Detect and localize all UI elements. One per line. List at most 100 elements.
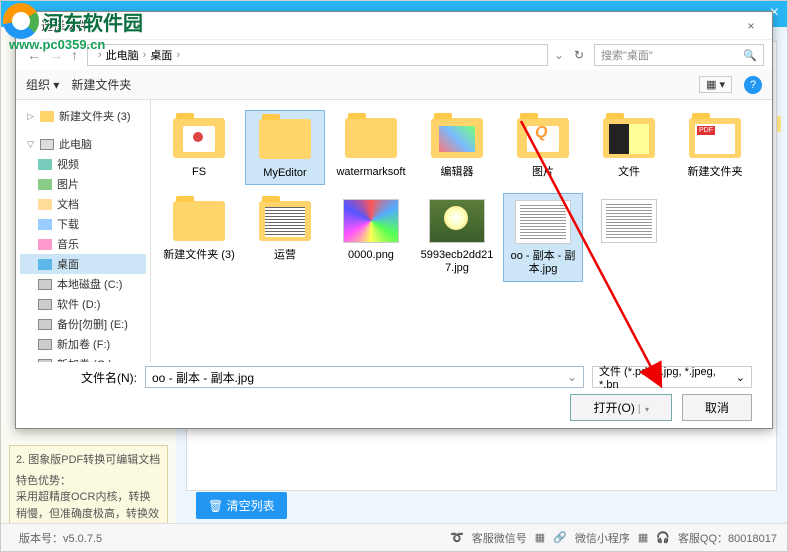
folder-icon — [689, 118, 741, 158]
folder-item[interactable]: 新建文件夹 (3) — [159, 193, 239, 281]
tree-item[interactable]: 视频 — [20, 154, 146, 174]
breadcrumb-segment[interactable]: 此电脑 — [106, 47, 139, 63]
footer-miniprogram[interactable]: 微信小程序 — [575, 530, 630, 546]
tree-item-label: 此电脑 — [59, 136, 92, 152]
file-label: 编辑器 — [441, 166, 474, 179]
file-label: MyEditor — [263, 167, 306, 180]
dialog-toolbar: 组织 ▾ 新建文件夹 ▦ ▾ ? — [16, 70, 772, 100]
new-folder-button[interactable]: 新建文件夹 — [71, 76, 131, 93]
help-icon[interactable]: ? — [744, 76, 762, 94]
back-icon[interactable]: ← — [24, 47, 44, 63]
tree-item[interactable]: 图片 — [20, 174, 146, 194]
cancel-button[interactable]: 取消 — [682, 394, 752, 421]
file-item[interactable]: oo - 副本 - 副本.jpg — [503, 193, 583, 281]
tree-item[interactable]: ▽ 此电脑 — [20, 134, 146, 154]
app-icon — [22, 19, 36, 33]
link-icon[interactable]: 🔗 — [553, 531, 567, 544]
chevron-down-icon: ▾ — [719, 78, 725, 91]
file-item[interactable]: 5993ecb2dd217.jpg — [417, 193, 497, 281]
caret-icon[interactable]: ▽ — [26, 139, 35, 150]
footer-wechat[interactable]: 客服微信号 — [472, 530, 527, 546]
folder-item[interactable]: MyEditor — [245, 110, 325, 185]
tree-item-label: 视频 — [57, 156, 79, 172]
folder-item[interactable]: 编辑器 — [417, 110, 497, 185]
folder-icon: Q — [517, 118, 569, 158]
footer-qq[interactable]: 客服QQ：80018017 — [678, 530, 777, 546]
file-type-filter[interactable]: 文件 (*.pdf, *.jpg, *.jpeg, *.bn ⌄ — [592, 366, 752, 388]
tree-item[interactable]: 桌面 — [20, 254, 146, 274]
breadcrumb-segment[interactable]: 桌面 — [150, 47, 172, 63]
open-dropdown-icon[interactable]: ▏▾ — [639, 405, 649, 414]
filename-input[interactable]: oo - 副本 - 副本.jpg ⌄ — [145, 366, 584, 388]
forward-icon[interactable]: → — [46, 47, 66, 63]
file-label: FS — [192, 166, 206, 179]
dialog-title: 选择文件 — [41, 17, 736, 34]
tree-item[interactable]: 本地磁盘 (C:) — [20, 274, 146, 294]
file-label: 5993ecb2dd217.jpg — [419, 249, 495, 275]
filename-row: 文件名(N): oo - 副本 - 副本.jpg ⌄ 文件 (*.pdf, *.… — [16, 362, 772, 392]
file-grid[interactable]: FS MyEditor watermarksoft 编辑器 Q图片文件新建文件夹新建文件… — [151, 100, 772, 362]
folder-item[interactable]: 文件 — [589, 110, 669, 185]
tree-item-icon — [38, 279, 52, 290]
image-thumbnail — [601, 199, 657, 243]
folder-icon — [173, 201, 225, 241]
breadcrumb-sep-icon: › — [176, 49, 180, 61]
tree-item[interactable]: 备份[勿删] (E:) — [20, 314, 146, 334]
tree-item-icon — [38, 239, 52, 250]
tree-item-label: 本地磁盘 (C:) — [57, 276, 122, 292]
footer-badge1: ▦ — [535, 531, 545, 544]
file-open-dialog: 选择文件 × ← → ↑ ›此电脑›桌面› ⌄ ↻ 搜索"桌面" 🔍 组织 ▾ … — [15, 11, 773, 429]
tree-item-icon — [38, 299, 52, 310]
folder-item[interactable]: Q图片 — [503, 110, 583, 185]
folder-item[interactable]: watermarksoft — [331, 110, 411, 185]
file-item[interactable] — [589, 193, 669, 281]
tree-item-label: 软件 (D:) — [57, 296, 100, 312]
search-icon[interactable]: 🔍 — [743, 49, 757, 62]
image-thumbnail — [429, 199, 485, 243]
tree-item[interactable]: 软件 (D:) — [20, 294, 146, 314]
chevron-down-icon[interactable]: ⌄ — [567, 370, 577, 384]
folder-item[interactable]: 运营 — [245, 193, 325, 281]
file-label: oo - 副本 - 副本.jpg — [506, 250, 580, 276]
view-icons-icon: ▦ — [706, 78, 716, 91]
file-item[interactable]: 0000.png — [331, 193, 411, 281]
file-label: 新建文件夹 (3) — [163, 249, 235, 262]
tree-item[interactable]: 新加卷 (F:) — [20, 334, 146, 354]
tree-item[interactable]: ▷新建文件夹 (3) — [20, 106, 146, 126]
refresh-icon[interactable]: ↻ — [570, 48, 588, 62]
caret-icon[interactable]: ▷ — [26, 111, 35, 122]
tree-item-icon — [38, 179, 52, 190]
open-button[interactable]: 打开(O) ▏▾ — [570, 394, 672, 421]
filter-text: 文件 (*.pdf, *.jpg, *.jpeg, *.bn — [599, 363, 736, 391]
host-footer: 版本号：v5.0.7.5 ➰ 客服微信号 ▦ 🔗 微信小程序 ▦ 🎧 客服QQ：… — [1, 523, 787, 551]
breadcrumb[interactable]: ›此电脑›桌面› — [87, 44, 548, 66]
wechat-icon[interactable]: ➰ — [450, 531, 464, 544]
tree-item[interactable]: 新加卷 (G:) — [20, 354, 146, 362]
clear-list-button[interactable]: 清空列表 — [196, 492, 287, 519]
dialog-buttons: 打开(O) ▏▾ 取消 — [16, 392, 772, 428]
tree-item-label: 新加卷 (F:) — [57, 336, 110, 352]
folder-tree[interactable]: ▷新建文件夹 (3) ▽ 此电脑视频图片文档下载音乐桌面本地磁盘 (C:) 软件 (D… — [16, 100, 151, 362]
tree-item-icon — [38, 159, 52, 170]
tree-item[interactable]: 文档 — [20, 194, 146, 214]
footer-badge2: ▦ — [638, 531, 648, 544]
tree-item[interactable]: 下载 — [20, 214, 146, 234]
file-label: 0000.png — [348, 249, 394, 262]
filename-value: oo - 副本 - 副本.jpg — [152, 369, 254, 386]
breadcrumb-sep-icon: › — [98, 49, 102, 61]
search-input[interactable]: 搜索"桌面" 🔍 — [594, 44, 764, 66]
organize-button[interactable]: 组织 ▾ — [26, 76, 59, 93]
view-mode-button[interactable]: ▦ ▾ — [699, 76, 732, 93]
tree-item-icon — [38, 199, 52, 210]
address-bar: ← → ↑ ›此电脑›桌面› ⌄ ↻ 搜索"桌面" 🔍 — [16, 40, 772, 70]
open-button-label: 打开(O) — [593, 401, 634, 415]
up-icon[interactable]: ↑ — [68, 47, 81, 63]
breadcrumb-dropdown-icon[interactable]: ⌄ — [554, 48, 564, 62]
folder-icon — [345, 118, 397, 158]
dialog-close-icon[interactable]: × — [736, 15, 766, 37]
tree-item[interactable]: 音乐 — [20, 234, 146, 254]
folder-item[interactable]: FS — [159, 110, 239, 185]
folder-item[interactable]: 新建文件夹 — [675, 110, 755, 185]
tree-item-label: 桌面 — [57, 256, 79, 272]
headset-icon[interactable]: 🎧 — [656, 531, 670, 544]
